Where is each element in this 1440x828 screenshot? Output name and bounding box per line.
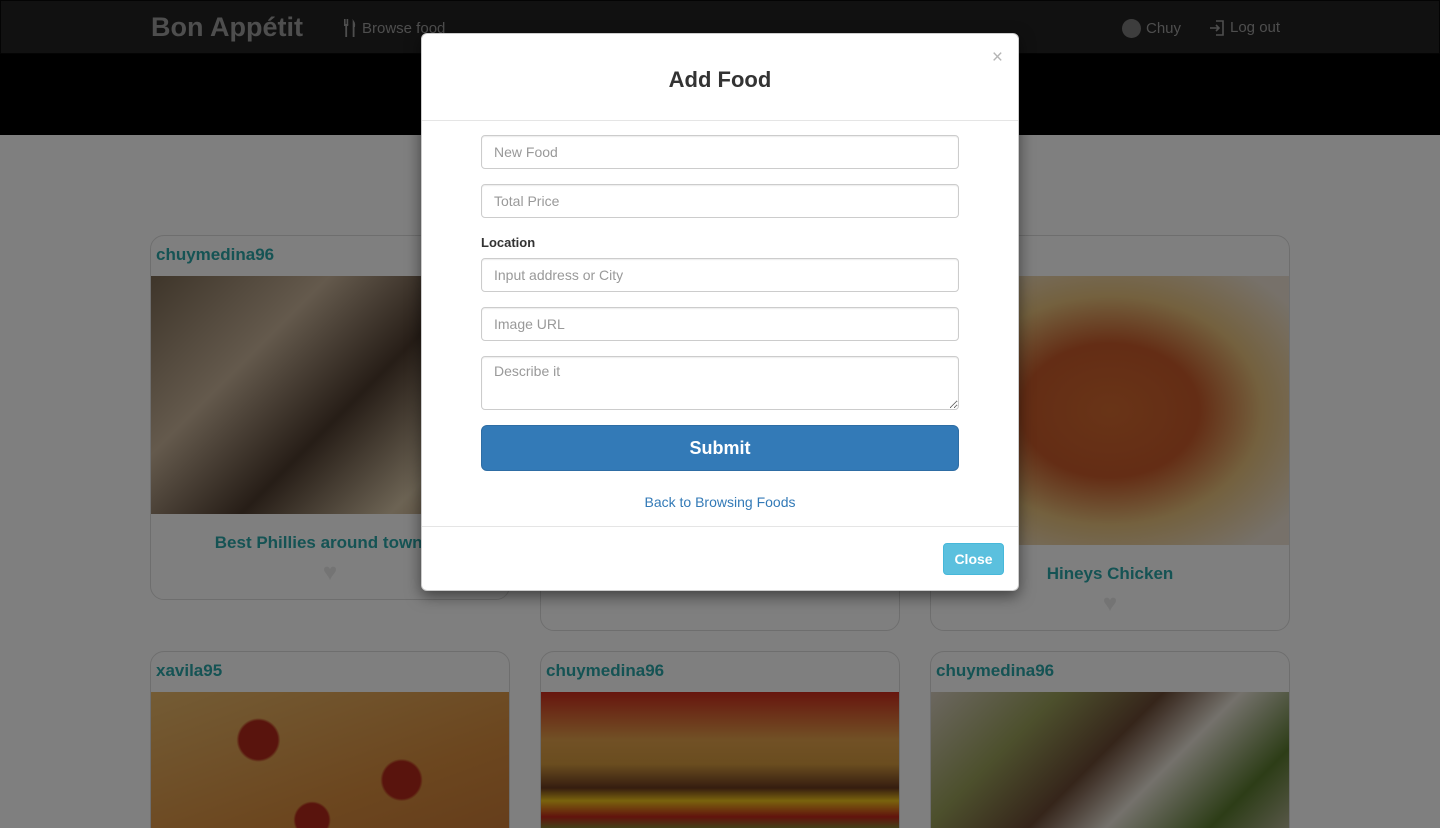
modal-footer: Close xyxy=(422,526,1018,590)
back-to-browsing-link[interactable]: Back to Browsing Foods xyxy=(422,494,1018,510)
add-food-modal: Add Food × Location Submit Back to Brows… xyxy=(421,33,1019,591)
submit-button[interactable]: Submit xyxy=(481,425,959,471)
modal-header: Add Food × xyxy=(422,34,1018,121)
location-label: Location xyxy=(481,235,536,250)
image-url-input[interactable] xyxy=(481,307,959,341)
new-food-input[interactable] xyxy=(481,135,959,169)
description-textarea[interactable] xyxy=(481,356,959,410)
modal-title: Add Food xyxy=(668,67,772,92)
location-input[interactable] xyxy=(481,258,959,292)
close-icon[interactable]: × xyxy=(992,48,1003,67)
close-button[interactable]: Close xyxy=(943,543,1004,575)
total-price-input[interactable] xyxy=(481,184,959,218)
